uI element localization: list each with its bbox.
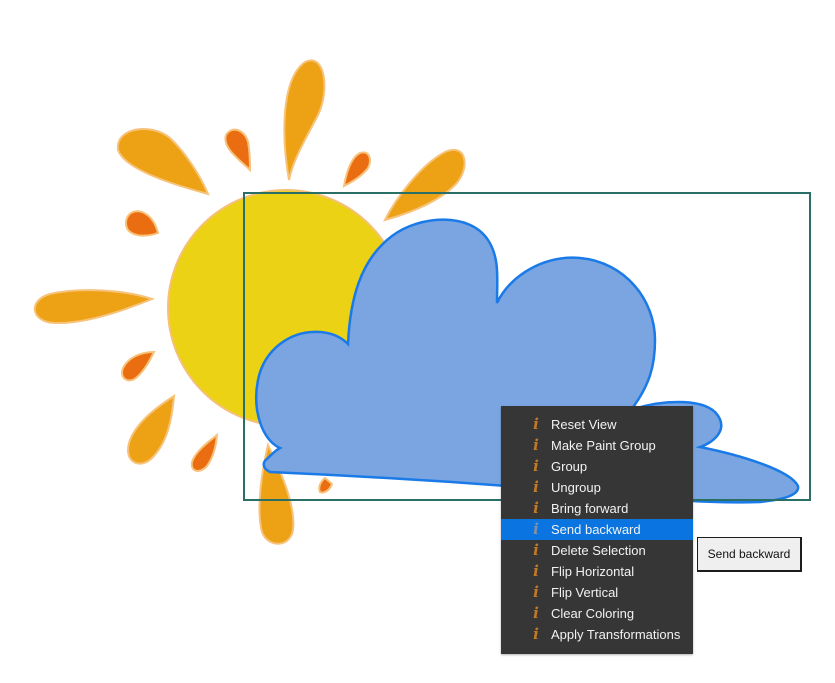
info-icon: i [533, 499, 539, 517]
sun-ray [33, 289, 155, 325]
menu-item-ungroup[interactable]: i Ungroup [501, 477, 693, 498]
drawing-canvas[interactable] [0, 0, 835, 683]
sun-ray-small [190, 432, 219, 472]
info-icon: i [533, 478, 539, 496]
menu-item-make-paint-group[interactable]: i Make Paint Group [501, 435, 693, 456]
menu-item-flip-vertical[interactable]: i Flip Vertical [501, 582, 693, 603]
menu-item-group[interactable]: i Group [501, 456, 693, 477]
sun-ray-small [121, 350, 156, 382]
menu-item-label: Clear Coloring [551, 606, 635, 621]
menu-item-label: Send backward [551, 522, 641, 537]
tooltip: Send backward [697, 537, 802, 572]
info-icon: i [533, 625, 539, 643]
menu-item-bring-forward[interactable]: i Bring forward [501, 498, 693, 519]
menu-item-apply-transformations[interactable]: i Apply Transformations [501, 624, 693, 645]
menu-item-label: Flip Vertical [551, 585, 619, 600]
sun-ray [383, 149, 466, 222]
info-icon: i [533, 520, 539, 538]
menu-item-reset-view[interactable]: i Reset View [501, 414, 693, 435]
menu-item-label: Apply Transformations [551, 627, 681, 642]
info-icon: i [533, 415, 539, 433]
sun-ray-small [124, 210, 160, 237]
sun-ray-small [318, 476, 334, 494]
context-menu: i Reset View i Make Paint Group i Group … [501, 406, 693, 654]
menu-item-label: Group [551, 459, 588, 474]
sun-ray [116, 127, 210, 196]
info-icon: i [533, 541, 539, 559]
info-icon: i [533, 583, 539, 601]
info-icon: i [533, 562, 539, 580]
menu-item-label: Ungroup [551, 480, 601, 495]
sun-ray-small [342, 151, 371, 188]
menu-item-send-backward[interactable]: i Send backward [501, 519, 693, 540]
menu-item-label: Bring forward [551, 501, 629, 516]
menu-item-delete-selection[interactable]: i Delete Selection [501, 540, 693, 561]
info-icon: i [533, 604, 539, 622]
menu-item-label: Reset View [551, 417, 617, 432]
info-icon: i [533, 436, 539, 454]
menu-item-flip-horizontal[interactable]: i Flip Horizontal [501, 561, 693, 582]
sun-ray [283, 59, 326, 181]
menu-item-clear-coloring[interactable]: i Clear Coloring [501, 603, 693, 624]
sun-ray-small [224, 128, 252, 173]
menu-item-label: Delete Selection [551, 543, 646, 558]
menu-item-label: Make Paint Group [551, 438, 656, 453]
info-icon: i [533, 457, 539, 475]
sun-ray [127, 394, 176, 465]
menu-item-label: Flip Horizontal [551, 564, 635, 579]
